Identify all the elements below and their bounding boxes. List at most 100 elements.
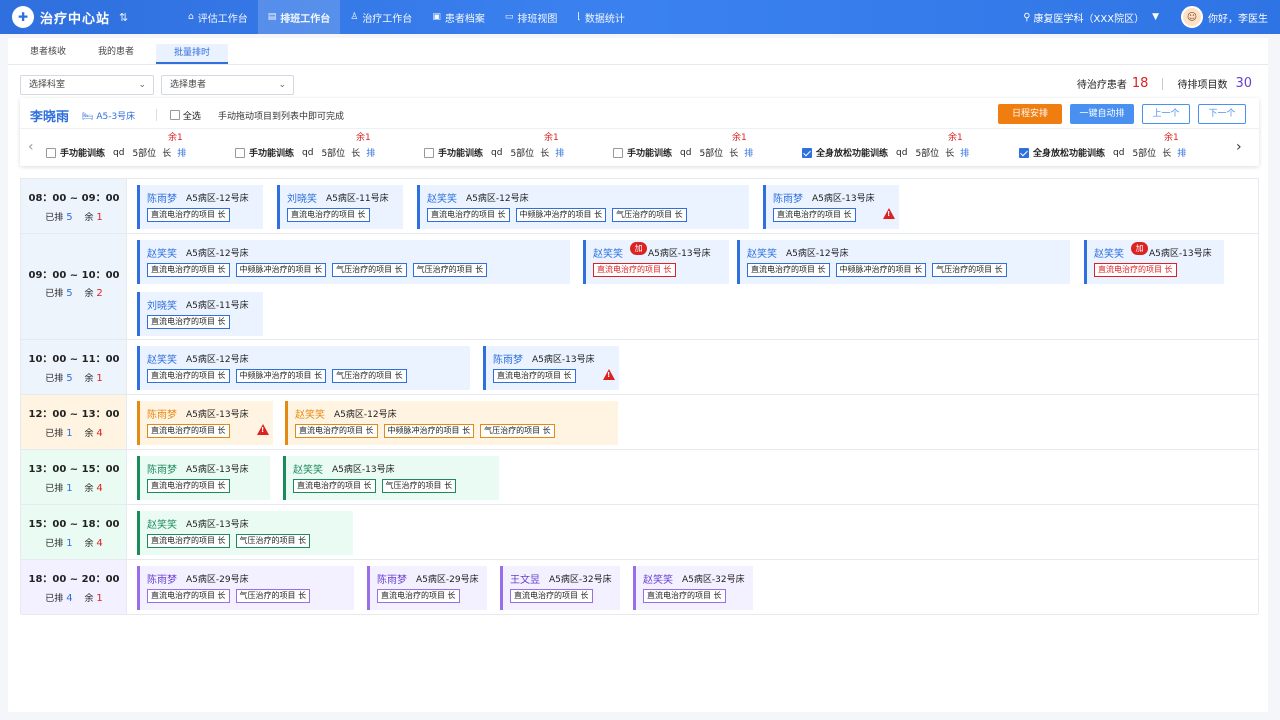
program-item[interactable]: 余1 全身放松功能训练 qd 5部位长排	[802, 129, 982, 165]
subtab-1[interactable]: 我的患者	[88, 44, 144, 66]
hospital-selector[interactable]: ⚲ 康复医学科（XXX院区） ▼	[1023, 10, 1159, 25]
nav-item-4[interactable]: ▭ 排班视图	[495, 0, 568, 34]
program-item[interactable]: 余1 手功能训练 qd 5部位长排	[235, 129, 415, 165]
time-slot-header: 15：00 ~ 18：00 已排 1 余 4	[21, 505, 127, 559]
prev-patient-button[interactable]: 上一个	[1142, 104, 1190, 124]
checkbox-icon[interactable]	[235, 147, 245, 158]
chevron-right-icon[interactable]: ›	[1236, 139, 1242, 155]
schedule-program-link[interactable]: 排	[177, 146, 186, 159]
subtab-2[interactable]: 批量排时	[156, 44, 229, 64]
chevron-left-icon[interactable]: ‹	[28, 139, 34, 155]
nav-item-1[interactable]: ▤ 排班工作台	[257, 0, 341, 34]
program-remain: 余1	[168, 133, 183, 143]
treatment-item[interactable]: 直流电治疗的项目 长	[147, 208, 230, 222]
treatment-item[interactable]: 直流电治疗的项目 长	[427, 208, 510, 222]
patient-block[interactable]: 刘晓笑 A5病区-11号床 直流电治疗的项目 长	[137, 292, 263, 336]
nav-item-0[interactable]: ⌂ 评估工作台	[178, 0, 258, 34]
dept-select[interactable]: 选择科室 ⌄	[20, 75, 154, 95]
avatar[interactable]: ☺	[1181, 6, 1203, 28]
treatment-item[interactable]: 直流电治疗的项目 长	[287, 208, 370, 222]
treatment-item[interactable]: 直流电治疗的项目 长	[643, 589, 726, 603]
checkbox-icon[interactable]	[46, 147, 56, 158]
auto-schedule-button[interactable]: 一键自动排	[1070, 104, 1134, 124]
schedule-program-link[interactable]: 排	[744, 146, 753, 159]
treatment-item[interactable]: 气压治疗的项目 长	[381, 479, 457, 493]
checkbox-icon[interactable]	[802, 147, 812, 158]
schedule-program-link[interactable]: 排	[366, 146, 375, 159]
treatment-item[interactable]: 直流电治疗的项目 长	[377, 589, 460, 603]
schedule-program-link[interactable]: 排	[555, 146, 564, 159]
treatment-item[interactable]: 气压治疗的项目 长	[412, 263, 488, 277]
patient-block[interactable]: 陈雨梦 A5病区-29号床 直流电治疗的项目 长气压治疗的项目 长	[137, 566, 354, 610]
patient-block[interactable]: 赵笑笑 A5病区-32号床 直流电治疗的项目 长	[633, 566, 753, 610]
patient-block[interactable]: 赵笑笑 A5病区-12号床 直流电治疗的项目 长中频脉冲治疗的项目 长气压治疗的项目…	[137, 346, 470, 390]
treatment-item[interactable]: 中频脉冲治疗的项目 长	[835, 263, 927, 277]
schedule-program-link[interactable]: 排	[960, 146, 969, 159]
user-greeting[interactable]: 你好，李医生	[1208, 10, 1268, 25]
select-all-checkbox[interactable]: 全选	[170, 109, 201, 122]
treatment-item[interactable]: 直流电治疗的项目 长	[295, 424, 378, 438]
patient-block[interactable]: 赵笑笑加 A5病区-13号床 直流电治疗的项目 长	[583, 240, 729, 284]
nav-item-3[interactable]: ▣ 患者档案	[422, 0, 495, 34]
treatment-item[interactable]: 直流电治疗的项目 长	[510, 589, 593, 603]
patient-block[interactable]: 陈雨梦 A5病区-12号床 直流电治疗的项目 长	[137, 185, 263, 229]
treatment-item[interactable]: 气压治疗的项目 长	[612, 208, 687, 222]
patient-block[interactable]: 陈雨梦 A5病区-13号床 直流电治疗的项目 长	[763, 185, 899, 229]
checkbox-icon[interactable]	[424, 147, 434, 158]
treatment-item[interactable]: 气压治疗的项目 长	[235, 534, 311, 548]
treatment-item[interactable]: 直流电治疗的项目 长	[1094, 263, 1177, 277]
checkbox-icon[interactable]	[1019, 147, 1029, 158]
treatment-item[interactable]: 直流电治疗的项目 长	[147, 479, 230, 493]
treatment-item[interactable]: 气压治疗的项目 长	[332, 263, 407, 277]
patient-block[interactable]: 陈雨梦 A5病区-13号床 直流电治疗的项目 长	[137, 456, 270, 500]
program-item[interactable]: 余1 全身放松功能训练 qd 5部位长排	[1019, 129, 1199, 165]
patient-block[interactable]: 赵笑笑 A5病区-12号床 直流电治疗的项目 长中频脉冲治疗的项目 长气压治疗的项目…	[285, 401, 618, 445]
patient-block[interactable]: 赵笑笑 A5病区-13号床 直流电治疗的项目 长气压治疗的项目 长	[283, 456, 499, 500]
nav-item-5[interactable]: ⌊ 数据统计	[567, 0, 635, 34]
patient-block[interactable]: 赵笑笑 A5病区-12号床 直流电治疗的项目 长中频脉冲治疗的项目 长气压治疗的项目…	[137, 240, 570, 284]
patient-block[interactable]: 赵笑笑 A5病区-13号床 直流电治疗的项目 长气压治疗的项目 长	[137, 511, 353, 555]
program-freq: qd	[680, 147, 692, 158]
patient-block[interactable]: 陈雨梦 A5病区-29号床 直流电治疗的项目 长	[367, 566, 487, 610]
patient-block[interactable]: 赵笑笑 A5病区-12号床 直流电治疗的项目 长中频脉冲治疗的项目 长气压治疗的项目…	[417, 185, 749, 229]
treatment-item[interactable]: 直流电治疗的项目 长	[747, 263, 830, 277]
treatment-item[interactable]: 中频脉冲治疗的项目 长	[515, 208, 607, 222]
checkbox-icon[interactable]	[613, 147, 623, 158]
treatment-item[interactable]: 直流电治疗的项目 长	[493, 369, 576, 383]
arrange-button[interactable]: 日程安排	[998, 104, 1062, 124]
treatment-item[interactable]: 直流电治疗的项目 长	[293, 479, 376, 493]
patient-block[interactable]: 刘晓笑 A5病区-11号床 直流电治疗的项目 长	[277, 185, 403, 229]
program-item[interactable]: 余1 手功能训练 qd 5部位长排	[613, 129, 793, 165]
treatment-item[interactable]: 直流电治疗的项目 长	[147, 589, 230, 603]
treatment-item[interactable]: 直流电治疗的项目 长	[147, 263, 230, 277]
view-icon: ▭	[504, 12, 514, 22]
next-patient-button[interactable]: 下一个	[1198, 104, 1246, 124]
patient-block[interactable]: 赵笑笑 A5病区-12号床 直流电治疗的项目 长中频脉冲治疗的项目 长气压治疗的项目…	[737, 240, 1070, 284]
scheduled-count: 1	[66, 483, 73, 494]
patient-block[interactable]: 王文昱 A5病区-32号床 直流电治疗的项目 长	[500, 566, 620, 610]
treatment-item[interactable]: 直流电治疗的项目 长	[147, 369, 230, 383]
treatment-item[interactable]: 中频脉冲治疗的项目 长	[235, 263, 327, 277]
treatment-item[interactable]: 气压治疗的项目 长	[480, 424, 555, 438]
patient-block[interactable]: 陈雨梦 A5病区-13号床 直流电治疗的项目 长	[483, 346, 619, 390]
patient-select[interactable]: 选择患者 ⌄	[161, 75, 294, 95]
treatment-item[interactable]: 直流电治疗的项目 长	[593, 263, 676, 277]
treatment-item[interactable]: 中频脉冲治疗的项目 长	[383, 424, 475, 438]
subtab-0[interactable]: 患者核收	[20, 44, 76, 66]
treatment-item[interactable]: 气压治疗的项目 长	[235, 589, 311, 603]
treatment-item[interactable]: 直流电治疗的项目 长	[773, 208, 856, 222]
nav-item-2[interactable]: ♙ 治疗工作台	[340, 0, 422, 34]
schedule-program-link[interactable]: 排	[1177, 146, 1186, 159]
treatment-item[interactable]: 直流电治疗的项目 长	[147, 534, 230, 548]
treatment-item[interactable]: 气压治疗的项目 长	[332, 369, 407, 383]
patient-block[interactable]: 赵笑笑加 A5病区-13号床 直流电治疗的项目 长	[1084, 240, 1224, 284]
treatment-item[interactable]: 直流电治疗的项目 长	[147, 315, 230, 329]
swap-icon[interactable]: ⇅	[119, 11, 128, 24]
program-item[interactable]: 余1 手功能训练 qd 5部位长排	[424, 129, 604, 165]
treatment-item[interactable]: 气压治疗的项目 长	[932, 263, 1007, 277]
program-item[interactable]: 余1 手功能训练 qd 5部位长排	[46, 129, 226, 165]
treatment-item[interactable]: 中频脉冲治疗的项目 长	[235, 369, 327, 383]
treatment-item[interactable]: 直流电治疗的项目 长	[147, 424, 230, 438]
patient-block[interactable]: 陈雨梦 A5病区-13号床 直流电治疗的项目 长	[137, 401, 273, 445]
app-logo[interactable]: ✚ 治疗中心站 ⇅	[12, 6, 162, 28]
